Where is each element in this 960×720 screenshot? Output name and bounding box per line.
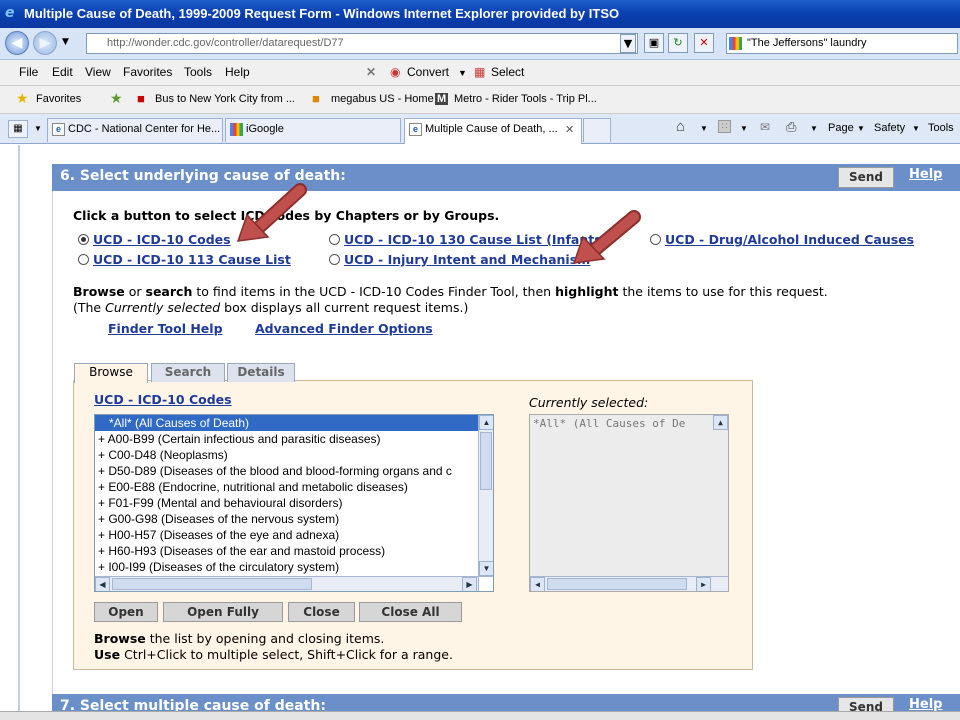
bus-site-icon: ■	[137, 91, 145, 106]
megabus-icon: ■	[312, 91, 320, 106]
page-menu[interactable]: Page	[828, 122, 854, 134]
home-icon[interactable]: ⌂	[676, 118, 685, 135]
convert-button[interactable]: Convert	[407, 65, 449, 79]
feeds-dropdown-icon[interactable]: ▼	[740, 124, 748, 133]
print-icon[interactable]: ⎙	[786, 119, 796, 135]
menu-bar: File Edit View Favorites Tools Help ✕ ◉ …	[0, 60, 960, 86]
fav-metro[interactable]: Metro - Rider Tools - Trip Pl...	[454, 93, 597, 105]
back-icon[interactable]: ◀	[5, 31, 29, 55]
quick-tabs-icon[interactable]: ▦	[8, 120, 28, 138]
select-button[interactable]: Select	[491, 65, 524, 79]
red-arrow-right-icon	[572, 210, 641, 264]
menu-view[interactable]: View	[85, 65, 111, 79]
annotation-arrows	[236, 183, 641, 264]
ie-page-icon: e	[52, 123, 65, 136]
home-dropdown-icon[interactable]: ▼	[700, 124, 708, 133]
safety-dropdown-icon[interactable]: ▼	[912, 124, 920, 133]
close-toolbar-icon[interactable]: ✕	[366, 65, 376, 79]
fav-bus-nyc[interactable]: Bus to New York City from ...	[155, 93, 295, 105]
address-dropdown-icon[interactable]: ▼	[620, 34, 636, 53]
tab-multiple-cause-label: Multiple Cause of Death, ...	[425, 123, 558, 135]
browser-tab-bar: ▦ ▼ e CDC - National Center for He... iG…	[0, 114, 960, 144]
window-title-bar: e Multiple Cause of Death, 1999-2009 Req…	[0, 0, 960, 28]
address-toolbar: ◀ ▶ ▼ http://wonder.cdc.gov/controller/d…	[0, 28, 960, 60]
red-arrow-left-icon	[236, 183, 307, 242]
select-icon: ▦	[474, 65, 486, 79]
history-dropdown-icon[interactable]: ▼	[62, 37, 69, 47]
tab-cdc[interactable]: e CDC - National Center for He...	[47, 118, 223, 142]
print-dropdown-icon[interactable]: ▼	[810, 124, 818, 133]
page-dropdown-icon[interactable]: ▼	[857, 124, 865, 133]
convert-dropdown-icon[interactable]: ▼	[458, 68, 467, 78]
menu-favorites[interactable]: Favorites	[123, 65, 172, 79]
tab-cdc-label: CDC - National Center for He...	[68, 123, 221, 135]
add-favorite-icon[interactable]: ★	[110, 90, 123, 107]
read-mail-icon[interactable]: ✉	[760, 120, 770, 134]
fav-megabus[interactable]: megabus US - Home	[331, 93, 434, 105]
safety-menu[interactable]: Safety	[874, 122, 905, 134]
tab-igoogle-label: iGoogle	[246, 123, 284, 135]
tab-multiple-cause[interactable]: e Multiple Cause of Death, ... ✕	[404, 118, 582, 144]
tab-igoogle[interactable]: iGoogle	[225, 118, 401, 142]
menu-tools[interactable]: Tools	[184, 65, 212, 79]
refresh-icon[interactable]: ↻	[668, 33, 688, 53]
address-input[interactable]: http://wonder.cdc.gov/controller/datareq…	[86, 33, 638, 54]
stop-icon[interactable]: ✕	[694, 33, 714, 53]
favorites-star-icon: ★	[16, 90, 29, 106]
new-tab-button[interactable]	[583, 118, 611, 142]
menu-help[interactable]: Help	[225, 65, 250, 79]
ie-logo-icon: e	[5, 5, 15, 21]
favorites-bar: ★ Favorites ★ ■ Bus to New York City fro…	[0, 86, 960, 114]
tools-menu[interactable]: Tools	[928, 122, 954, 134]
search-input[interactable]: "The Jeffersons" laundry	[726, 33, 958, 54]
ie-page-icon: e	[409, 123, 422, 136]
window-title: Multiple Cause of Death, 1999-2009 Reque…	[24, 6, 620, 21]
compatibility-icon[interactable]: ▣	[644, 33, 664, 53]
menu-edit[interactable]: Edit	[52, 65, 73, 79]
tab-list-dropdown-icon[interactable]: ▼	[34, 124, 42, 133]
igoogle-icon	[230, 123, 243, 136]
forward-icon[interactable]: ▶	[33, 31, 57, 55]
favorites-button[interactable]: Favorites	[36, 93, 81, 105]
feeds-icon[interactable]: ∷	[718, 120, 731, 133]
metro-icon: M	[435, 93, 449, 105]
status-bar	[0, 711, 960, 720]
convert-icon: ◉	[390, 65, 401, 79]
google-search-icon	[729, 37, 742, 50]
menu-file[interactable]: File	[19, 65, 38, 79]
page-content: 6. Select underlying cause of death: Sen…	[0, 145, 960, 711]
close-tab-icon[interactable]: ✕	[565, 123, 574, 136]
